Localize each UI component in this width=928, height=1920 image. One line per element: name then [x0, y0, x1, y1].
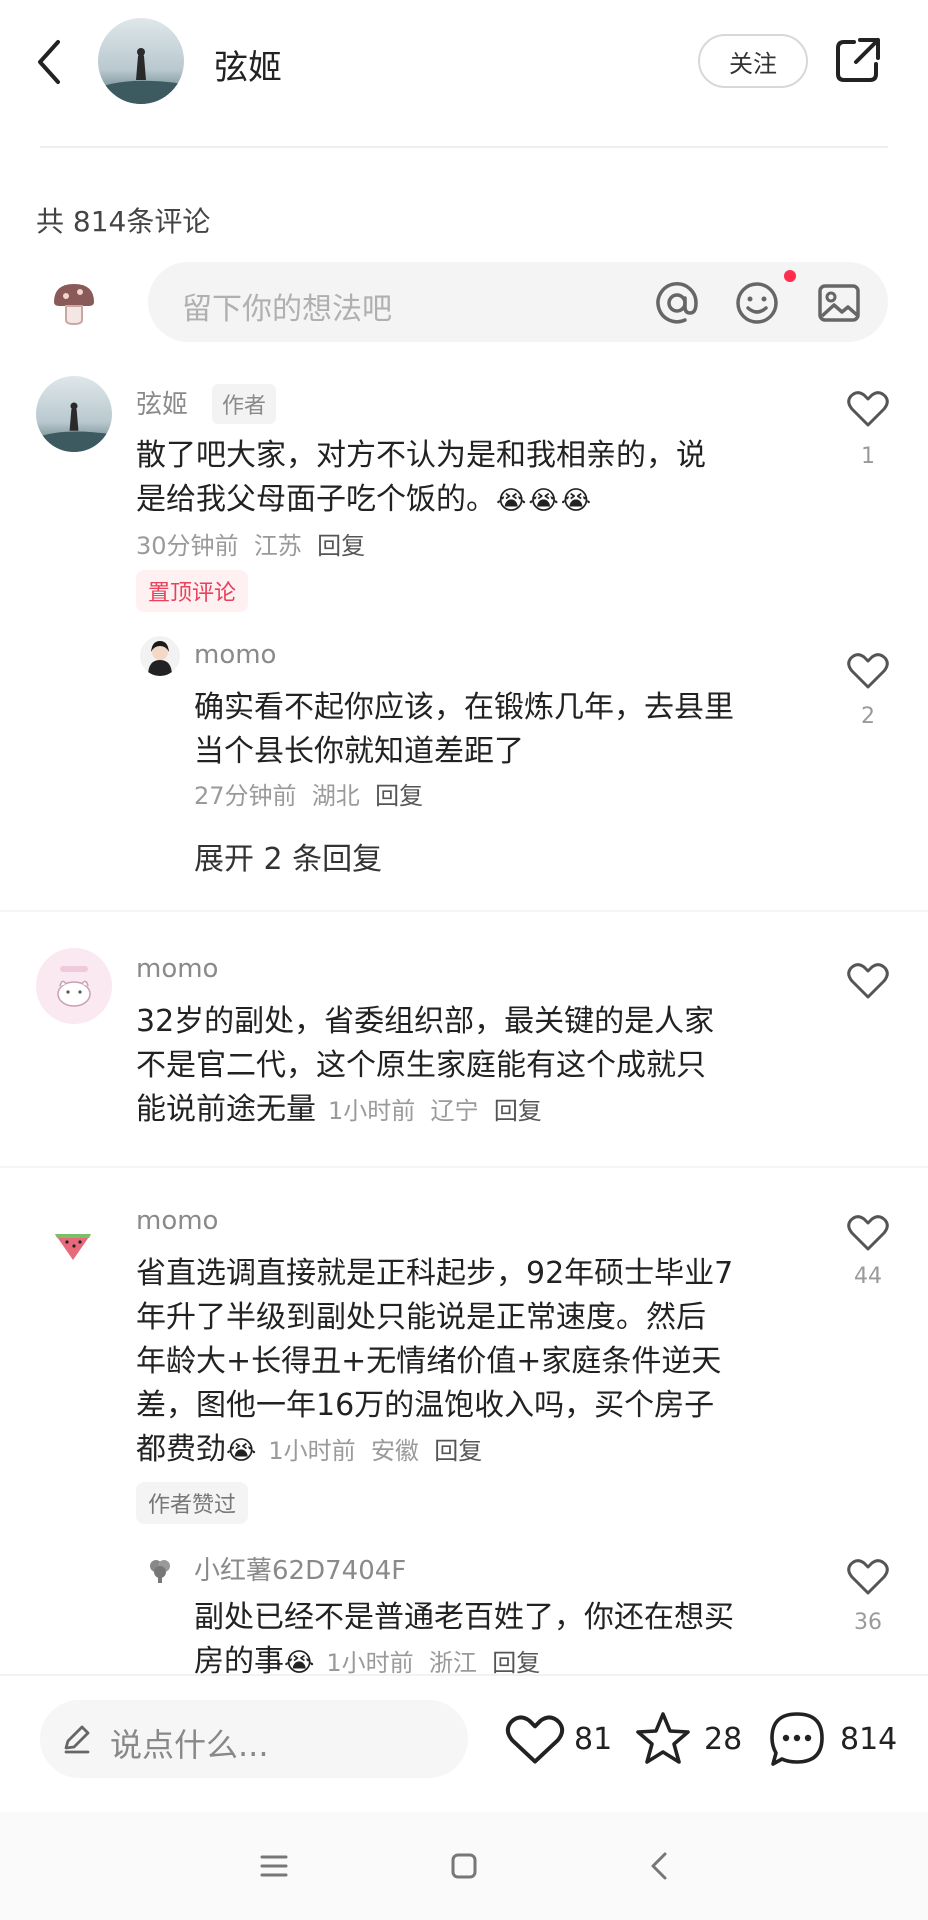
header-divider — [40, 146, 888, 148]
reply-button[interactable]: 回复 — [375, 782, 423, 810]
comment-meta: 30分钟前 江苏 回复 — [136, 532, 366, 560]
expand-replies-button[interactable]: 展开 2 条回复 — [194, 834, 382, 878]
reply-text: 确实看不起你应该，在锻炼几年，去县里 当个县长你就知道差距了 — [194, 690, 734, 769]
square-icon — [451, 1853, 477, 1879]
commenter-avatar[interactable] — [36, 948, 112, 1024]
post-favorite-count: 28 — [704, 1722, 743, 1757]
commenter-name[interactable]: momo — [136, 954, 218, 984]
mention-button[interactable] — [652, 278, 702, 328]
pinned-tag: 置顶评论 — [136, 570, 249, 612]
reply-button[interactable]: 回复 — [317, 532, 365, 560]
post-like-button[interactable] — [504, 1708, 566, 1770]
author-tag: 作者 — [212, 384, 277, 424]
system-back-button[interactable] — [640, 1846, 680, 1886]
post-like-count: 81 — [574, 1722, 613, 1757]
like-count: 44 — [854, 1264, 882, 1289]
reply-button[interactable]: 回复 — [434, 1437, 482, 1465]
reply-button[interactable]: 回复 — [492, 1649, 540, 1677]
chevron-left-icon — [651, 1852, 667, 1880]
like-button[interactable] — [846, 960, 890, 1004]
comment-text: 散了吧大家，对方不认为是和我相亲的，说 是给我父母面子吃个饭的。😭😭😭 — [136, 438, 706, 517]
smiley-icon — [736, 282, 778, 324]
author-name[interactable]: 弦姬 — [214, 40, 282, 89]
image-button[interactable] — [814, 278, 864, 328]
comment-location: 安徽 — [370, 1437, 419, 1465]
share-button[interactable] — [832, 34, 884, 86]
commenter-avatar[interactable] — [36, 376, 112, 452]
heart-icon — [847, 1559, 889, 1595]
notification-dot — [784, 270, 796, 282]
post-favorite-button[interactable] — [632, 1708, 694, 1770]
share-icon — [836, 38, 880, 82]
commenter-name[interactable]: 弦姬 — [136, 384, 188, 421]
say-something-placeholder: 说点什么... — [110, 1726, 269, 1764]
menu-icon — [260, 1855, 288, 1877]
like-button[interactable] — [846, 388, 890, 432]
author-liked-tag: 作者赞过 — [136, 1482, 249, 1524]
reply-commenter-name[interactable]: momo — [194, 640, 276, 670]
star-icon — [636, 1712, 690, 1764]
reply-like-button[interactable] — [846, 1556, 890, 1600]
home-button[interactable] — [444, 1846, 484, 1886]
post-comment-button[interactable] — [766, 1708, 828, 1770]
comment-time: 1小时前 — [328, 1097, 416, 1125]
at-icon — [656, 282, 698, 324]
comment-input-placeholder: 留下你的想法吧 — [182, 292, 392, 327]
chevron-left-icon — [38, 40, 60, 84]
crying-emoji-icon: 😭😭😭 — [496, 486, 594, 516]
bottom-bar-divider — [0, 1674, 928, 1676]
reply-avatar[interactable] — [146, 1556, 174, 1584]
reply-commenter-name[interactable]: 小红薯62D7404F — [194, 1550, 406, 1587]
emoji-button[interactable] — [732, 278, 782, 328]
comment-count-label: 共 814条评论 — [36, 205, 211, 238]
heart-icon — [847, 1215, 889, 1251]
like-button[interactable] — [846, 1212, 890, 1256]
comment-location: 辽宁 — [430, 1097, 479, 1125]
comment-bubble-icon — [770, 1712, 824, 1766]
reply-like-count: 2 — [861, 704, 875, 729]
reply-text: 副处已经不是普通老百姓了，你还在想买 房的事😭 1小时前 浙江 回复 — [194, 1600, 734, 1679]
post-comment-count: 814 — [840, 1722, 898, 1757]
like-count: 1 — [861, 444, 875, 469]
reply-like-button[interactable] — [846, 650, 890, 694]
comment-text: 省直选调直接就是正科起步，92年硕士毕业7 年升了半级到副处只能说是正常速度。然… — [136, 1256, 734, 1467]
follow-button[interactable]: 关注 — [698, 34, 808, 88]
heart-icon — [847, 653, 889, 689]
heart-icon — [847, 391, 889, 427]
back-button[interactable] — [28, 34, 72, 90]
commenter-avatar[interactable] — [52, 1222, 94, 1264]
reply-location: 浙江 — [428, 1649, 477, 1677]
my-avatar — [50, 278, 98, 326]
reply-time: 1小时前 — [326, 1649, 414, 1677]
reply-button[interactable]: 回复 — [494, 1097, 542, 1125]
comment-separator — [0, 910, 928, 912]
author-avatar[interactable] — [98, 18, 184, 104]
comment-time: 1小时前 — [268, 1437, 356, 1465]
comment-text: 32岁的副处，省委组织部，最关键的是人家 不是官二代，这个原生家庭能有这个成就只… — [136, 1004, 715, 1127]
image-icon — [818, 284, 860, 322]
recent-apps-button[interactable] — [254, 1846, 294, 1886]
reply-like-count: 36 — [854, 1610, 882, 1635]
crying-emoji-icon: 😭 — [226, 1436, 257, 1466]
commenter-name[interactable]: momo — [136, 1206, 218, 1236]
reply-avatar[interactable] — [140, 636, 180, 676]
reply-meta: 27分钟前 湖北 回复 — [194, 782, 424, 810]
pencil-icon — [60, 1722, 94, 1756]
comment-separator — [0, 1166, 928, 1168]
heart-icon — [505, 1715, 565, 1764]
heart-icon — [847, 963, 889, 999]
